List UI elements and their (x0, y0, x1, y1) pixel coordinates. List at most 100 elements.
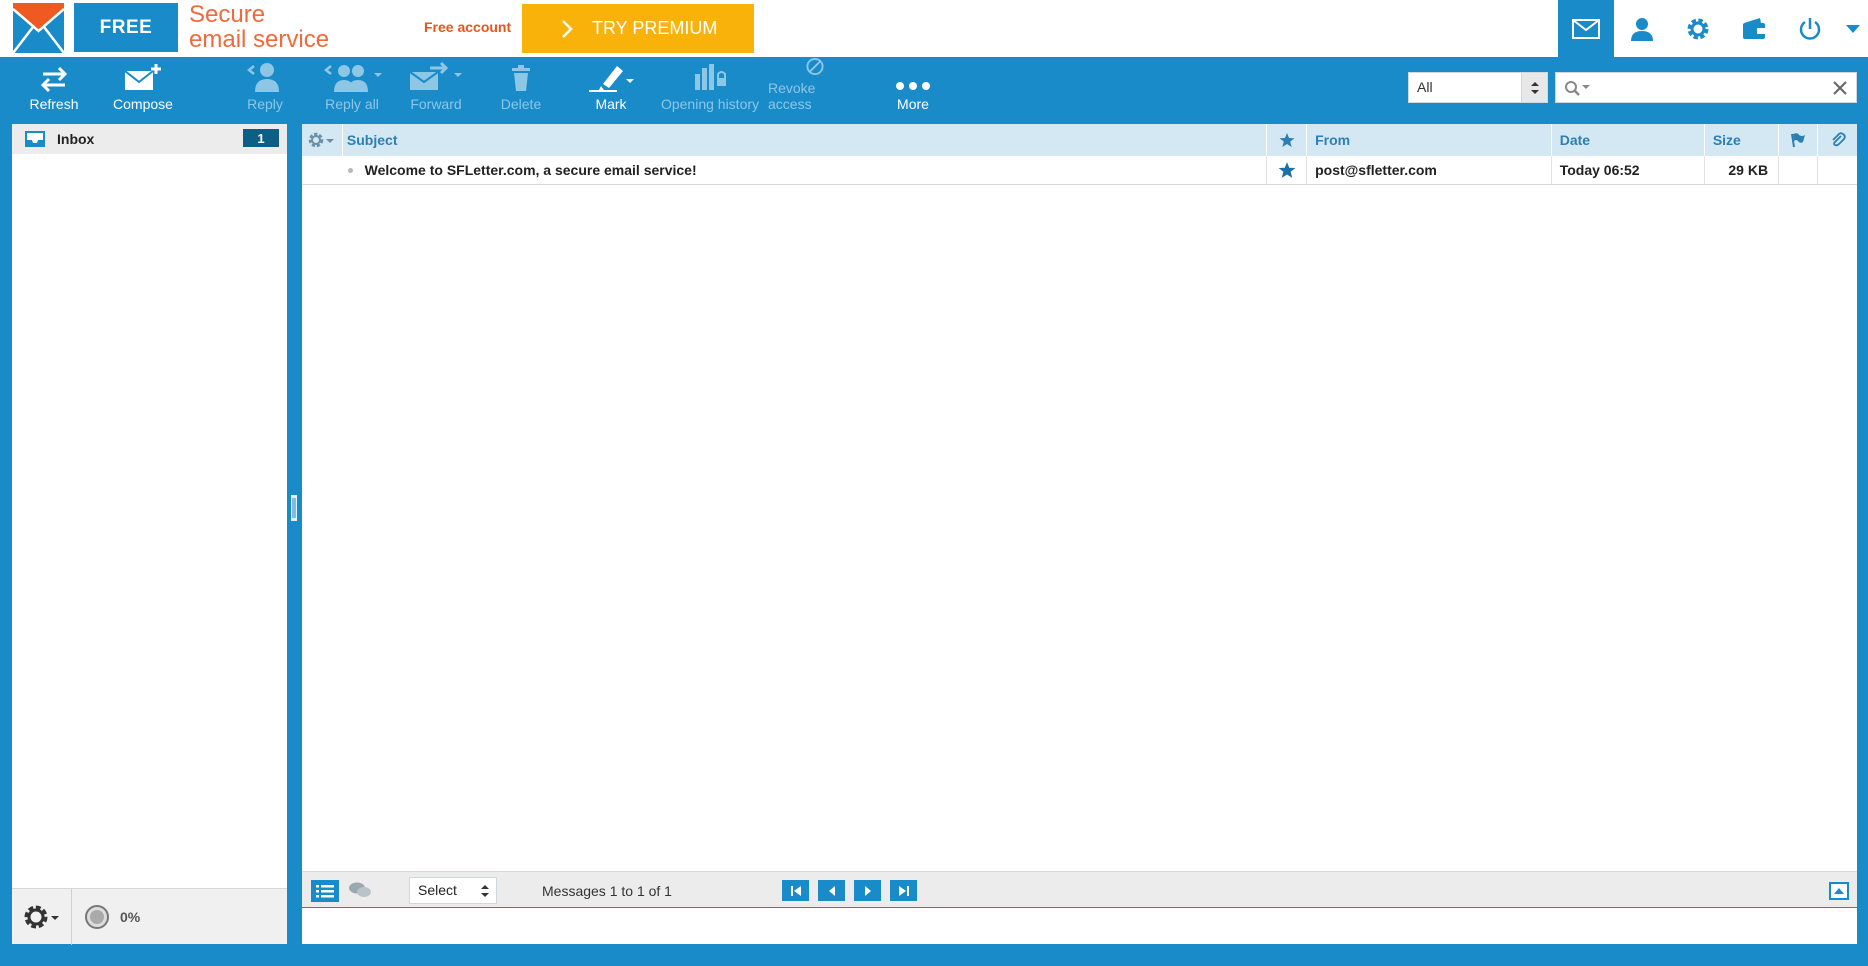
quota-percent: 0% (120, 908, 141, 925)
folder-inbox[interactable]: Inbox 1 (12, 124, 287, 154)
close-icon[interactable] (1832, 80, 1848, 96)
refresh-button[interactable]: Refresh (28, 57, 80, 121)
next-page-button[interactable] (854, 880, 881, 901)
paperclip-icon (1831, 132, 1846, 147)
top-nav (1558, 0, 1868, 57)
message-star-toggle[interactable] (1267, 156, 1308, 184)
star-icon (1279, 133, 1295, 147)
search-box (1555, 72, 1857, 103)
storage-quota: 0% (84, 904, 140, 930)
search-icon[interactable] (1564, 80, 1592, 96)
chevron-right-icon (562, 19, 573, 38)
reply-label: Reply (247, 96, 283, 112)
opening-history-button[interactable]: Opening history (660, 57, 760, 121)
more-label: More (897, 96, 929, 112)
opening-history-label: Opening history (660, 96, 760, 112)
list-header: Subject From Date Size (302, 124, 1857, 156)
delete-button[interactable]: Delete (500, 57, 542, 121)
previous-page-button[interactable] (818, 880, 845, 901)
column-from[interactable]: From (1307, 124, 1552, 156)
column-star[interactable] (1267, 124, 1308, 156)
try-premium-button[interactable]: TRY PREMIUM (522, 4, 754, 53)
gear-icon (24, 905, 59, 928)
message-row[interactable]: Welcome to SFLetter.com, a secure email … (302, 156, 1857, 185)
mail-nav-button[interactable] (1558, 0, 1614, 57)
message-size: 29 KB (1705, 156, 1780, 184)
forward-label: Forward (410, 96, 462, 112)
reply-all-icon (323, 65, 382, 92)
thread-view-button[interactable] (348, 881, 372, 904)
refresh-label: Refresh (29, 96, 79, 112)
column-subject[interactable]: Subject (343, 124, 1268, 156)
message-flag-toggle[interactable] (1779, 156, 1819, 184)
forward-button[interactable]: Forward (409, 57, 462, 121)
more-dots-icon (896, 82, 930, 90)
star-icon (1278, 162, 1296, 178)
first-page-button[interactable] (782, 880, 809, 901)
more-button[interactable]: More (893, 57, 933, 121)
wallet-icon (1743, 17, 1765, 39)
last-page-button[interactable] (890, 880, 917, 901)
column-attachment[interactable] (1818, 124, 1857, 156)
select-dropdown[interactable]: Select (409, 877, 497, 904)
settings-nav-button[interactable] (1670, 0, 1726, 57)
filter-value: All (1417, 79, 1433, 95)
message-subject: Welcome to SFLetter.com, a secure email … (365, 156, 1268, 184)
message-from: post@sfletter.com (1307, 156, 1552, 184)
mark-button[interactable]: Mark (588, 57, 634, 121)
history-icon (695, 64, 726, 90)
wallet-nav-button[interactable] (1726, 0, 1782, 57)
chat-bubbles-icon (349, 882, 371, 897)
reply-button[interactable]: Reply (244, 57, 286, 121)
settings-icon (1687, 18, 1709, 39)
folder-sidebar: Inbox 1 0% (12, 124, 287, 945)
column-flag[interactable] (1779, 124, 1819, 156)
list-view-button[interactable] (311, 880, 339, 902)
power-icon (1799, 17, 1821, 40)
pane-splitter[interactable] (290, 495, 298, 521)
inbox-icon (25, 131, 45, 147)
forward-icon (409, 62, 462, 90)
list-footer: Select Messages 1 to 1 of 1 (302, 871, 1857, 907)
mark-label: Mark (595, 96, 627, 112)
updown-arrow-icon (1521, 73, 1547, 102)
contacts-nav-button[interactable] (1614, 0, 1670, 57)
mail-icon (1572, 18, 1600, 39)
compose-button[interactable]: Compose (111, 57, 175, 121)
tagline-line1: Secure (189, 1, 266, 28)
preview-pane (302, 907, 1857, 944)
search-input[interactable] (1598, 76, 1818, 99)
tagline-line2: email service (189, 26, 330, 53)
logo-icon[interactable] (12, 3, 65, 54)
reply-all-label: Reply all (325, 96, 379, 112)
account-menu-button[interactable] (1838, 0, 1868, 57)
folder-settings-button[interactable] (12, 888, 72, 945)
unread-dot-icon (347, 167, 353, 173)
quota-pie-icon (85, 904, 109, 929)
select-label: Select (418, 882, 457, 898)
reply-all-button[interactable]: Reply all (320, 57, 384, 121)
revoke-icon (806, 57, 824, 76)
list-options-button[interactable] (302, 124, 343, 156)
message-list: Subject From Date Size Welcome to SFLett… (302, 124, 1857, 944)
gear-icon (308, 132, 334, 148)
top-header: FREE Secure email service Free account T… (0, 0, 1868, 57)
tagline: Secure email service (189, 2, 329, 52)
column-size[interactable]: Size (1705, 124, 1780, 156)
toggle-preview-button[interactable] (1829, 882, 1849, 905)
revoke-access-label: Revoke access (768, 80, 816, 112)
unread-indicator (302, 156, 365, 184)
revoke-access-button[interactable]: Revoke access (768, 57, 862, 121)
last-page-icon (898, 885, 909, 896)
message-count: Messages 1 to 1 of 1 (542, 883, 672, 899)
column-date[interactable]: Date (1552, 124, 1705, 156)
logout-nav-button[interactable] (1782, 0, 1838, 57)
compose-label: Compose (113, 96, 173, 112)
trash-icon (512, 65, 530, 91)
try-premium-label: TRY PREMIUM (592, 18, 718, 38)
chevron-right-icon (864, 885, 871, 896)
reply-icon (246, 63, 279, 92)
preview-pane-icon (1829, 882, 1849, 900)
contacts-icon (1631, 17, 1653, 41)
filter-select[interactable]: All (1408, 72, 1548, 103)
